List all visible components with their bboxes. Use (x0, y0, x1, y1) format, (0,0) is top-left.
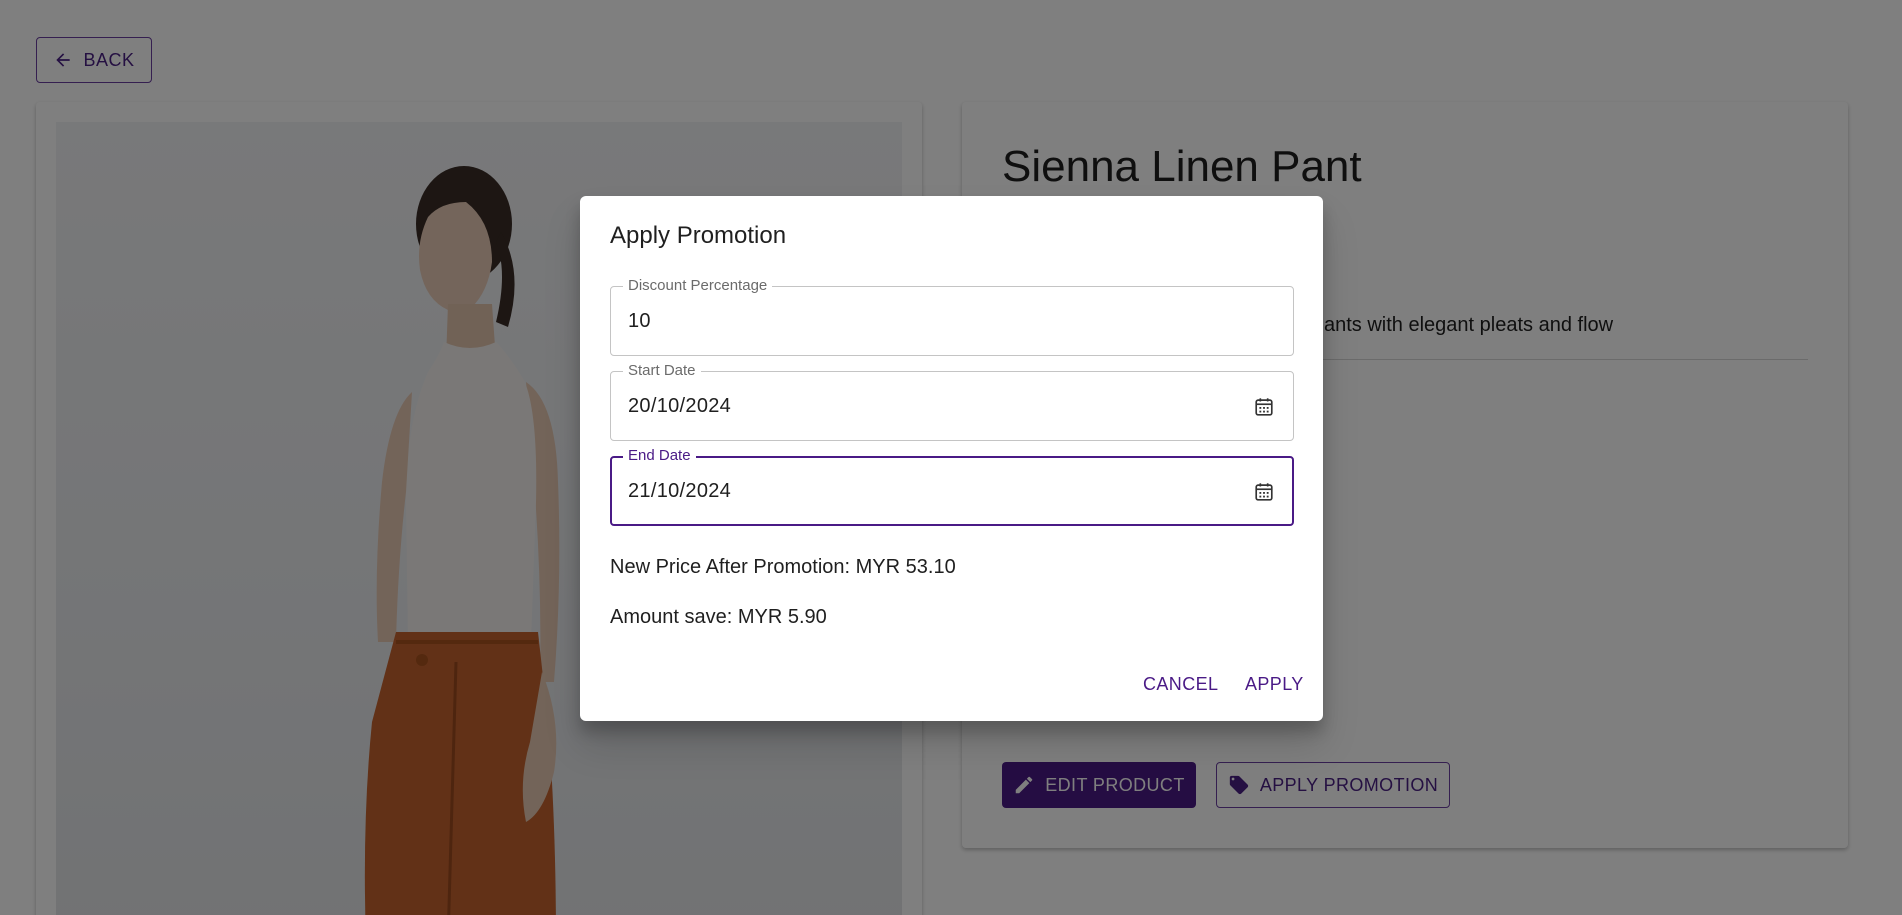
amount-save-text: Amount save: MYR 5.90 (610, 606, 827, 628)
end-date-input[interactable]: 21/10/2024 (628, 480, 731, 503)
apply-promotion-dialog: Apply Promotion Discount Percentage 10 S… (580, 196, 1323, 721)
calendar-icon[interactable] (1253, 481, 1275, 503)
calendar-icon[interactable] (1253, 396, 1275, 418)
new-price-text: New Price After Promotion: MYR 53.10 (610, 556, 956, 578)
discount-percentage-input[interactable]: 10 (628, 310, 651, 333)
apply-button[interactable]: APPLY (1245, 674, 1304, 695)
cancel-button[interactable]: CANCEL (1143, 674, 1218, 695)
end-date-label: End Date (623, 447, 696, 464)
start-date-field[interactable]: Start Date 20/10/2024 (610, 362, 1294, 441)
end-date-field[interactable]: End Date 21/10/2024 (610, 447, 1294, 526)
start-date-input[interactable]: 20/10/2024 (628, 395, 731, 418)
discount-percentage-label: Discount Percentage (623, 277, 773, 294)
dialog-title: Apply Promotion (610, 222, 787, 249)
start-date-label: Start Date (623, 362, 701, 379)
discount-percentage-field[interactable]: Discount Percentage 10 (610, 277, 1294, 356)
